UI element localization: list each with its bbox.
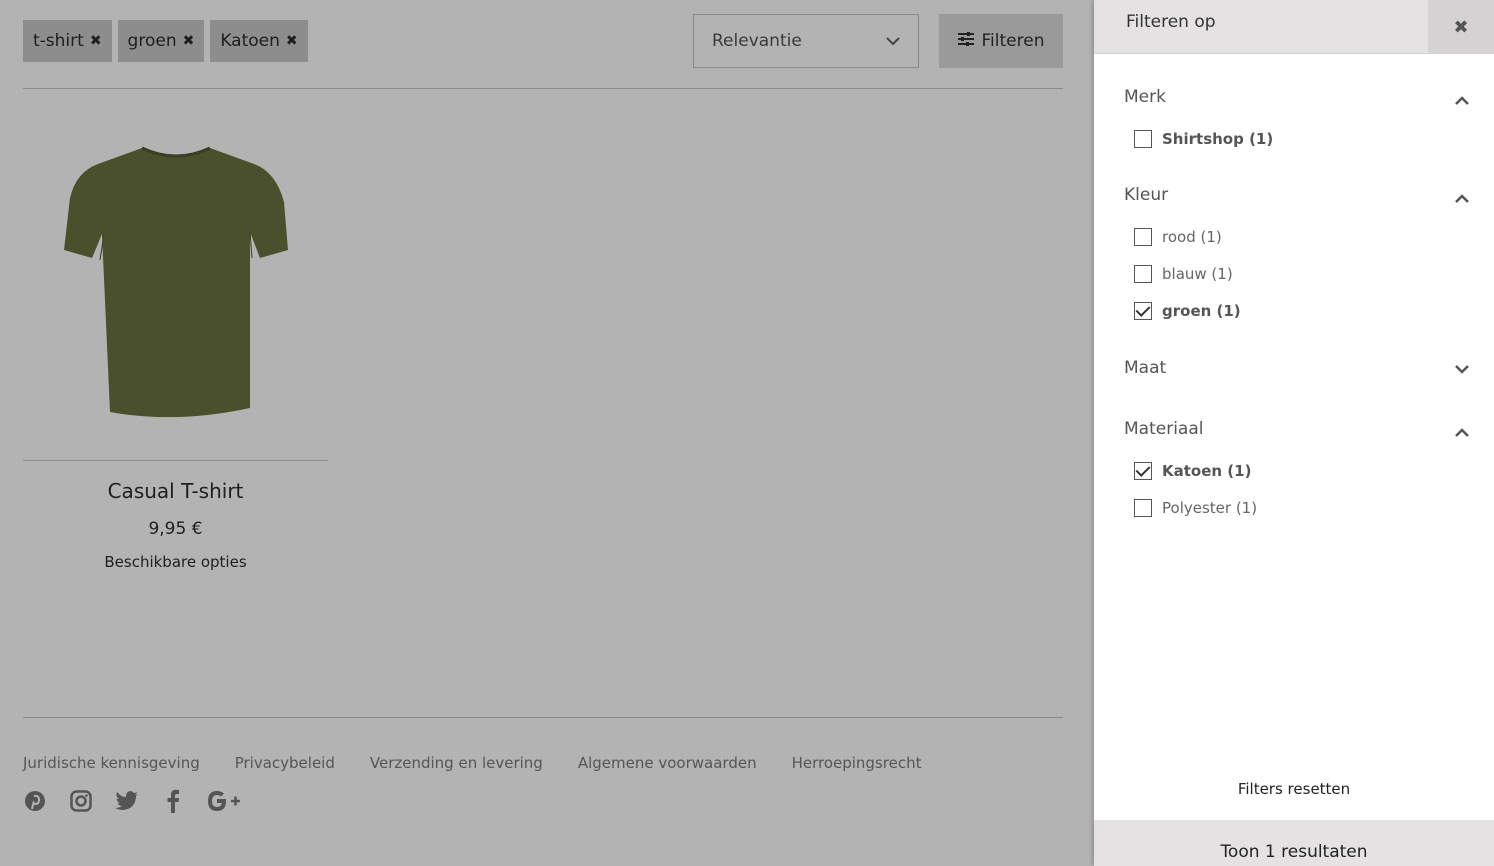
product-image[interactable] (23, 120, 328, 460)
close-icon[interactable]: ✖ (90, 33, 102, 49)
chevron-down-icon[interactable] (1454, 361, 1470, 377)
footer-link[interactable]: Herroepingsrecht (792, 754, 922, 772)
option-label: rood (1) (1162, 228, 1222, 246)
option-label: Shirtshop (1) (1162, 130, 1274, 148)
section-title-materiaal[interactable]: Materiaal (1124, 419, 1203, 439)
option-label: Katoen (1) (1162, 462, 1252, 480)
chevron-up-icon[interactable] (1454, 190, 1470, 206)
chevron-down-icon (886, 31, 900, 51)
product-price: 9,95 € (148, 519, 203, 539)
social-icons (23, 788, 241, 814)
filter-panel-header: Filteren op ✖ (1094, 0, 1494, 54)
footer-link[interactable]: Juridische kennisgeving (23, 754, 200, 772)
footer-links: Juridische kennisgeving Privacybeleid Ve… (23, 754, 921, 772)
option-label: groen (1) (1162, 302, 1241, 320)
available-options-link[interactable]: Beschikbare opties (23, 553, 328, 571)
checkbox-checked[interactable] (1134, 302, 1152, 320)
instagram-icon[interactable] (69, 788, 93, 814)
checkbox[interactable] (1134, 228, 1152, 246)
filter-chip-katoen[interactable]: Katoen ✖ (210, 20, 308, 62)
twitter-icon[interactable] (115, 788, 139, 814)
checkbox[interactable] (1134, 265, 1152, 283)
filter-option-groen[interactable]: groen (1) (1134, 302, 1241, 320)
filter-option-polyester[interactable]: Polyester (1) (1134, 499, 1257, 517)
google-plus-icon[interactable] (207, 788, 241, 814)
filter-chip-groen[interactable]: groen ✖ (117, 20, 205, 62)
active-filters: t-shirt ✖ groen ✖ Katoen ✖ (23, 20, 308, 62)
product-card[interactable]: Casual T-shirt 9,95 € Beschikbare opties (23, 120, 328, 571)
main-content: t-shirt ✖ groen ✖ Katoen ✖ Relevantie Fi… (0, 0, 1094, 866)
pinterest-icon[interactable] (23, 788, 47, 814)
option-label: Polyester (1) (1162, 499, 1258, 517)
checkbox[interactable] (1134, 499, 1152, 517)
footer-link[interactable]: Verzending en levering (370, 754, 543, 772)
close-icon[interactable]: ✖ (286, 33, 298, 49)
chip-label: Katoen (220, 31, 280, 51)
filter-panel: Filteren op ✖ Merk Shirtshop (1) Kleur r… (1094, 0, 1494, 866)
filter-option-katoen[interactable]: Katoen (1) (1134, 462, 1251, 480)
chip-label: groen (127, 31, 177, 51)
facebook-icon[interactable] (161, 788, 185, 814)
section-title-maat[interactable]: Maat (1124, 358, 1166, 378)
divider (23, 460, 328, 461)
show-results-button[interactable]: Toon 1 resultaten (1094, 820, 1494, 866)
close-icon[interactable]: ✖ (1428, 0, 1494, 54)
chip-label: t-shirt (33, 31, 84, 51)
option-label: blauw (1) (1162, 265, 1233, 283)
checkbox-checked[interactable] (1134, 462, 1152, 480)
filter-option-shirtshop[interactable]: Shirtshop (1) (1134, 130, 1273, 148)
section-title-kleur[interactable]: Kleur (1124, 185, 1168, 205)
close-icon[interactable]: ✖ (183, 33, 195, 49)
filter-option-blauw[interactable]: blauw (1) (1134, 265, 1233, 283)
filter-button-label: Filteren (981, 31, 1045, 51)
divider (23, 717, 1063, 718)
filter-button[interactable]: Filteren (939, 14, 1063, 68)
product-name[interactable]: Casual T-shirt (23, 479, 328, 503)
footer-link[interactable]: Algemene voorwaarden (578, 754, 757, 772)
filter-chip-tshirt[interactable]: t-shirt ✖ (23, 20, 112, 62)
sliders-icon (957, 31, 974, 51)
footer-link[interactable]: Privacybeleid (235, 754, 335, 772)
filter-option-rood[interactable]: rood (1) (1134, 228, 1222, 246)
sort-select[interactable]: Relevantie (693, 14, 919, 68)
filter-panel-title: Filteren op (1126, 12, 1216, 32)
checkbox[interactable] (1134, 130, 1152, 148)
divider (23, 88, 1063, 89)
reset-filters-button[interactable]: Filters resetten (1094, 780, 1494, 798)
chevron-up-icon[interactable] (1454, 92, 1470, 108)
sort-value: Relevantie (712, 31, 802, 51)
chevron-up-icon[interactable] (1454, 424, 1470, 440)
section-title-merk[interactable]: Merk (1124, 87, 1166, 107)
show-results-label: Toon 1 resultaten (1220, 842, 1368, 862)
